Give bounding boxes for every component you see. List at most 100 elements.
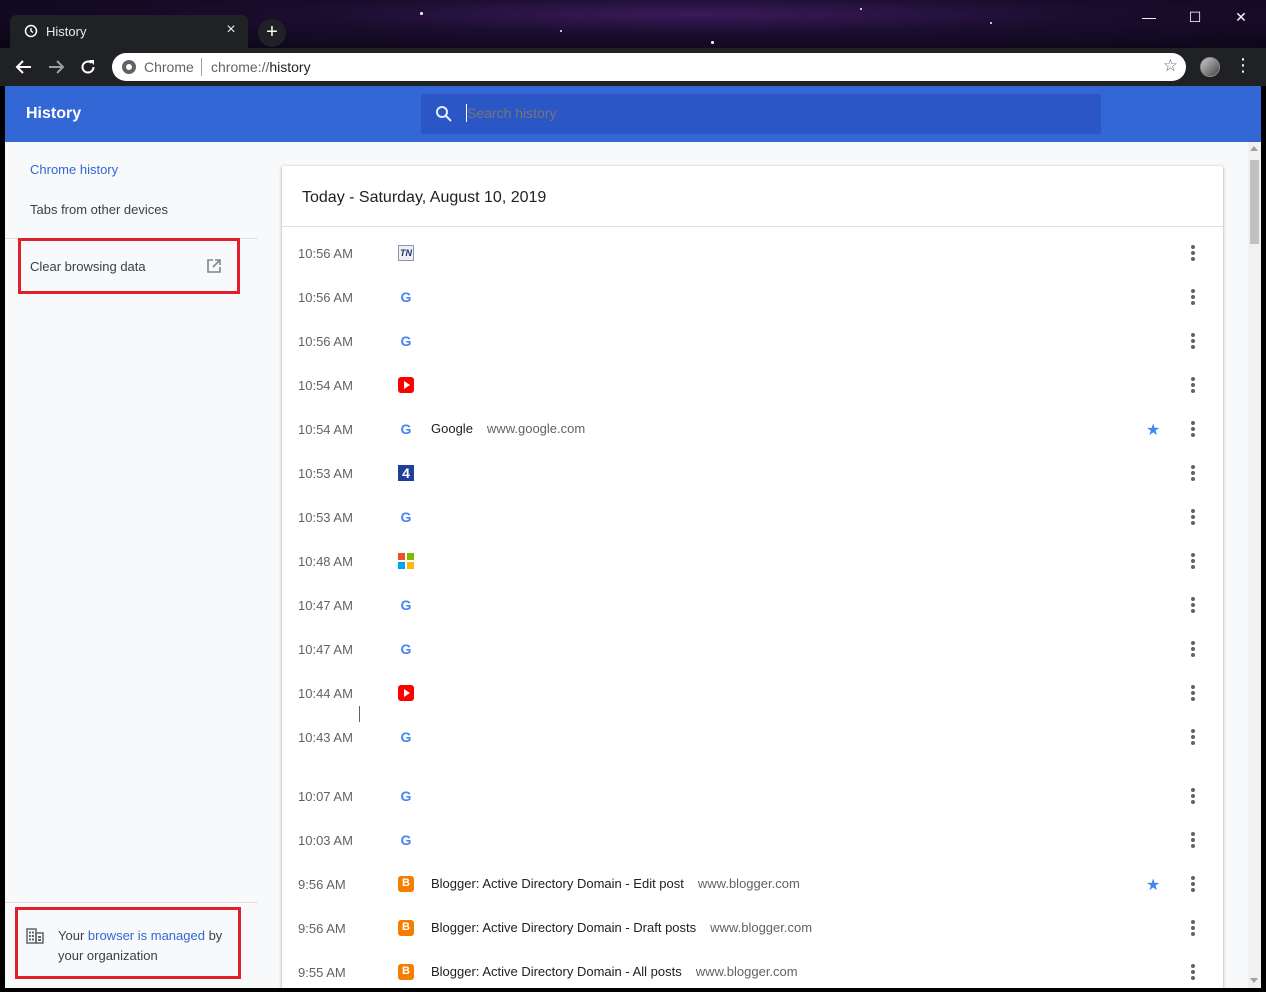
more-actions-icon[interactable] bbox=[1185, 464, 1201, 484]
history-row[interactable]: 10:54 AM G Google www.google.com ★ bbox=[282, 408, 1223, 452]
page-title: History bbox=[26, 105, 82, 122]
search-input[interactable] bbox=[467, 105, 1067, 121]
address-bar[interactable]: Chrome chrome://history ☆ bbox=[112, 53, 1186, 81]
visit-time: 10:53 AM bbox=[298, 466, 353, 481]
more-actions-icon[interactable] bbox=[1185, 596, 1201, 616]
history-icon bbox=[24, 24, 38, 38]
more-actions-icon[interactable] bbox=[1185, 288, 1201, 308]
background-star bbox=[560, 30, 562, 32]
tab-close-icon[interactable]: × bbox=[222, 21, 240, 39]
history-row[interactable]: 10:47 AM G bbox=[282, 628, 1223, 672]
maximize-button[interactable]: ☐ bbox=[1172, 2, 1218, 32]
more-actions-icon[interactable] bbox=[1185, 963, 1201, 983]
page-domain: www.blogger.com bbox=[697, 876, 800, 891]
visit-time: 10:47 AM bbox=[298, 598, 353, 613]
chrome-icon bbox=[122, 60, 136, 74]
blogger-icon bbox=[398, 920, 414, 936]
history-row[interactable]: 10:44 AM bbox=[282, 672, 1223, 716]
page-link[interactable]: Blogger: Active Directory Domain - Edit … bbox=[431, 876, 800, 891]
search-box[interactable] bbox=[421, 94, 1101, 134]
more-actions-icon[interactable] bbox=[1185, 376, 1201, 396]
more-actions-icon[interactable] bbox=[1185, 552, 1201, 572]
google-icon: G bbox=[400, 421, 412, 437]
browser-window: History × + — ☐ ✕ Chrome chrome://histor… bbox=[0, 0, 1266, 992]
sidebar-item-chrome-history[interactable]: Chrome history bbox=[30, 162, 118, 177]
more-actions-icon[interactable] bbox=[1185, 640, 1201, 660]
background-star bbox=[990, 22, 992, 24]
tab-title: History bbox=[46, 24, 87, 39]
forward-button[interactable] bbox=[43, 54, 69, 80]
scrollbar[interactable] bbox=[1248, 142, 1261, 988]
more-actions-icon[interactable] bbox=[1185, 244, 1201, 264]
more-actions-icon[interactable] bbox=[1185, 875, 1201, 895]
visit-time: 10:54 AM bbox=[298, 422, 353, 437]
history-row[interactable]: 10:48 AM bbox=[282, 540, 1223, 584]
history-row[interactable]: 10:07 AM G bbox=[282, 775, 1223, 819]
visit-time: 10:47 AM bbox=[298, 642, 353, 657]
background-star bbox=[711, 41, 714, 44]
chrome-menu-icon[interactable]: ⋮ bbox=[1234, 55, 1252, 76]
more-actions-icon[interactable] bbox=[1185, 831, 1201, 851]
minimize-button[interactable]: — bbox=[1126, 2, 1172, 32]
more-actions-icon[interactable] bbox=[1185, 332, 1201, 352]
scroll-up-arrow-icon[interactable] bbox=[1250, 146, 1258, 151]
google-icon: G bbox=[400, 641, 412, 657]
history-row[interactable]: 10:54 AM bbox=[282, 364, 1223, 408]
back-button[interactable] bbox=[11, 54, 37, 80]
url-host: history bbox=[269, 59, 311, 75]
visit-time: 10:48 AM bbox=[298, 554, 353, 569]
scroll-down-arrow-icon[interactable] bbox=[1250, 978, 1258, 983]
more-actions-icon[interactable] bbox=[1185, 919, 1201, 939]
google-icon: G bbox=[400, 832, 412, 848]
history-row[interactable]: 9:56 AM Blogger: Active Directory Domain … bbox=[282, 907, 1223, 951]
more-actions-icon[interactable] bbox=[1185, 684, 1201, 704]
page-link[interactable]: Blogger: Active Directory Domain - Draft… bbox=[431, 920, 812, 935]
more-actions-icon[interactable] bbox=[1185, 787, 1201, 807]
google-icon: G bbox=[400, 289, 412, 305]
bookmarked-star-icon[interactable]: ★ bbox=[1146, 420, 1160, 440]
search-icon bbox=[436, 106, 452, 122]
history-row[interactable]: 10:47 AM G bbox=[282, 584, 1223, 628]
google-icon: G bbox=[400, 788, 412, 804]
history-row[interactable]: 10:56 AM G bbox=[282, 320, 1223, 364]
more-actions-icon[interactable] bbox=[1185, 420, 1201, 440]
sidebar-item-tabs-other-devices[interactable]: Tabs from other devices bbox=[30, 202, 168, 217]
visit-time: 9:56 AM bbox=[298, 877, 346, 892]
history-row[interactable]: 10:53 AM 4 bbox=[282, 452, 1223, 496]
page-domain: www.blogger.com bbox=[710, 920, 813, 935]
more-actions-icon[interactable] bbox=[1185, 508, 1201, 528]
page-title-text: Blogger: Active Directory Domain - Draft… bbox=[431, 920, 697, 935]
channel4-icon: 4 bbox=[398, 465, 414, 481]
history-row[interactable]: 10:56 AM G bbox=[282, 276, 1223, 320]
visit-time: 10:07 AM bbox=[298, 789, 353, 804]
close-window-button[interactable]: ✕ bbox=[1218, 2, 1264, 32]
more-actions-icon[interactable] bbox=[1185, 728, 1201, 748]
history-row[interactable]: 10:03 AM G bbox=[282, 819, 1223, 863]
visit-time: 10:56 AM bbox=[298, 334, 353, 349]
history-row[interactable]: 10:56 AM TN bbox=[282, 232, 1223, 276]
visit-time: 10:54 AM bbox=[298, 378, 353, 393]
bookmarked-star-icon[interactable]: ★ bbox=[1146, 875, 1160, 895]
omnibox-chip: Chrome bbox=[144, 59, 194, 75]
page-title-text: Blogger: Active Directory Domain - All p… bbox=[431, 964, 682, 979]
reload-button[interactable] bbox=[75, 54, 101, 80]
profile-avatar[interactable] bbox=[1200, 57, 1220, 77]
youtube-icon bbox=[398, 685, 414, 701]
visit-time: 10:03 AM bbox=[298, 833, 353, 848]
youtube-icon bbox=[398, 377, 414, 393]
background-star bbox=[420, 12, 423, 15]
tab-history[interactable]: History × bbox=[10, 15, 248, 48]
blogger-icon bbox=[398, 964, 414, 980]
history-row[interactable]: 10:53 AM G bbox=[282, 496, 1223, 540]
history-row[interactable]: 9:55 AM Blogger: Active Directory Domain … bbox=[282, 951, 1223, 988]
history-row[interactable]: 9:56 AM Blogger: Active Directory Domain … bbox=[282, 863, 1223, 907]
new-tab-button[interactable]: + bbox=[258, 19, 286, 47]
url-prefix: chrome:// bbox=[211, 59, 270, 75]
page-link[interactable]: Google www.google.com bbox=[431, 421, 585, 436]
scrollbar-thumb[interactable] bbox=[1250, 160, 1259, 244]
bookmark-star-icon[interactable]: ☆ bbox=[1163, 56, 1178, 76]
history-row[interactable]: 10:43 AM G bbox=[282, 716, 1223, 760]
visit-time: 9:56 AM bbox=[298, 921, 346, 936]
omnibox-url[interactable]: chrome://history bbox=[211, 59, 311, 75]
page-link[interactable]: Blogger: Active Directory Domain - All p… bbox=[431, 964, 798, 979]
